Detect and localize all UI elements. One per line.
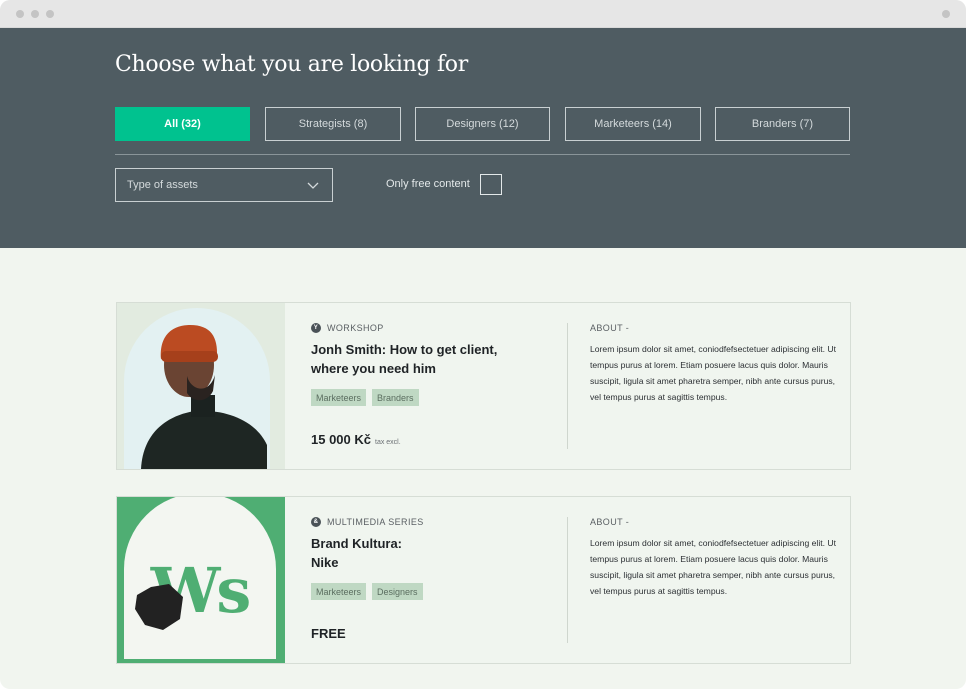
- card-price: 15 000 Kč tax excl.: [311, 432, 401, 447]
- card-type: Y WORKSHOP: [311, 323, 384, 333]
- browser-window: Choose what you are looking for All (32)…: [0, 0, 966, 689]
- window-control-dot[interactable]: [16, 10, 24, 18]
- tag[interactable]: Marketeers: [311, 389, 367, 406]
- window-titlebar: [0, 0, 966, 28]
- tab-all[interactable]: All (32): [115, 107, 250, 141]
- card-price-value: 15 000 Kč: [311, 432, 371, 447]
- tab-marketeers[interactable]: Marketeers (14): [565, 107, 701, 141]
- tab-designers[interactable]: Designers (12): [415, 107, 550, 141]
- asset-type-select-value: Type of assets: [127, 179, 198, 191]
- chevron-down-icon: [307, 182, 319, 189]
- content-card[interactable]: Y WORKSHOP Jonh Smith: How to get client…: [116, 302, 851, 470]
- card-separator: [567, 323, 568, 449]
- card-type-label: MULTIMEDIA SERIES: [327, 517, 424, 527]
- card-price-note: tax excl.: [375, 439, 401, 446]
- free-content-label: Only free content: [386, 178, 470, 190]
- about-heading: ABOUT -: [590, 323, 630, 333]
- brand-logo-image: Ws: [124, 497, 276, 659]
- card-title[interactable]: Brand Kultura: Nike: [311, 534, 421, 572]
- card-type: & MULTIMEDIA SERIES: [311, 517, 424, 527]
- card-tags: Marketeers Branders: [311, 389, 425, 406]
- about-text: Lorem ipsum dolor sit amet, coniodfefsec…: [590, 538, 836, 596]
- page-title: Choose what you are looking for: [115, 52, 468, 77]
- about-text: Lorem ipsum dolor sit amet, coniodfefsec…: [590, 344, 836, 402]
- window-control-dot[interactable]: [31, 10, 39, 18]
- about-heading: ABOUT -: [590, 517, 630, 527]
- filter-hero: Choose what you are looking for All (32)…: [0, 28, 966, 248]
- multimedia-icon: &: [311, 517, 321, 527]
- speaker-photo: [117, 303, 285, 469]
- filter-divider: [115, 154, 850, 155]
- brand-cover: Ws: [117, 497, 285, 663]
- tab-strategists[interactable]: Strategists (8): [265, 107, 401, 141]
- tag[interactable]: Designers: [372, 583, 423, 600]
- asset-type-select[interactable]: Type of assets: [115, 168, 333, 202]
- tag[interactable]: Branders: [372, 389, 419, 406]
- speaker-portrait-image: [124, 308, 270, 469]
- content-card[interactable]: Ws & MULTIMEDIA SERIES Brand Kultura: Ni…: [116, 496, 851, 664]
- window-control-dot[interactable]: [46, 10, 54, 18]
- card-title[interactable]: Jonh Smith: How to get client, where you…: [311, 340, 501, 378]
- card-tags: Marketeers Designers: [311, 583, 429, 600]
- card-price-value: FREE: [311, 626, 346, 641]
- workshop-icon: Y: [311, 323, 321, 333]
- window-menu-dot[interactable]: [942, 10, 950, 18]
- tab-branders[interactable]: Branders (7): [715, 107, 850, 141]
- card-separator: [567, 517, 568, 643]
- card-price: FREE: [311, 626, 346, 641]
- free-content-checkbox[interactable]: [480, 174, 502, 195]
- tag[interactable]: Marketeers: [311, 583, 367, 600]
- card-type-label: WORKSHOP: [327, 323, 384, 333]
